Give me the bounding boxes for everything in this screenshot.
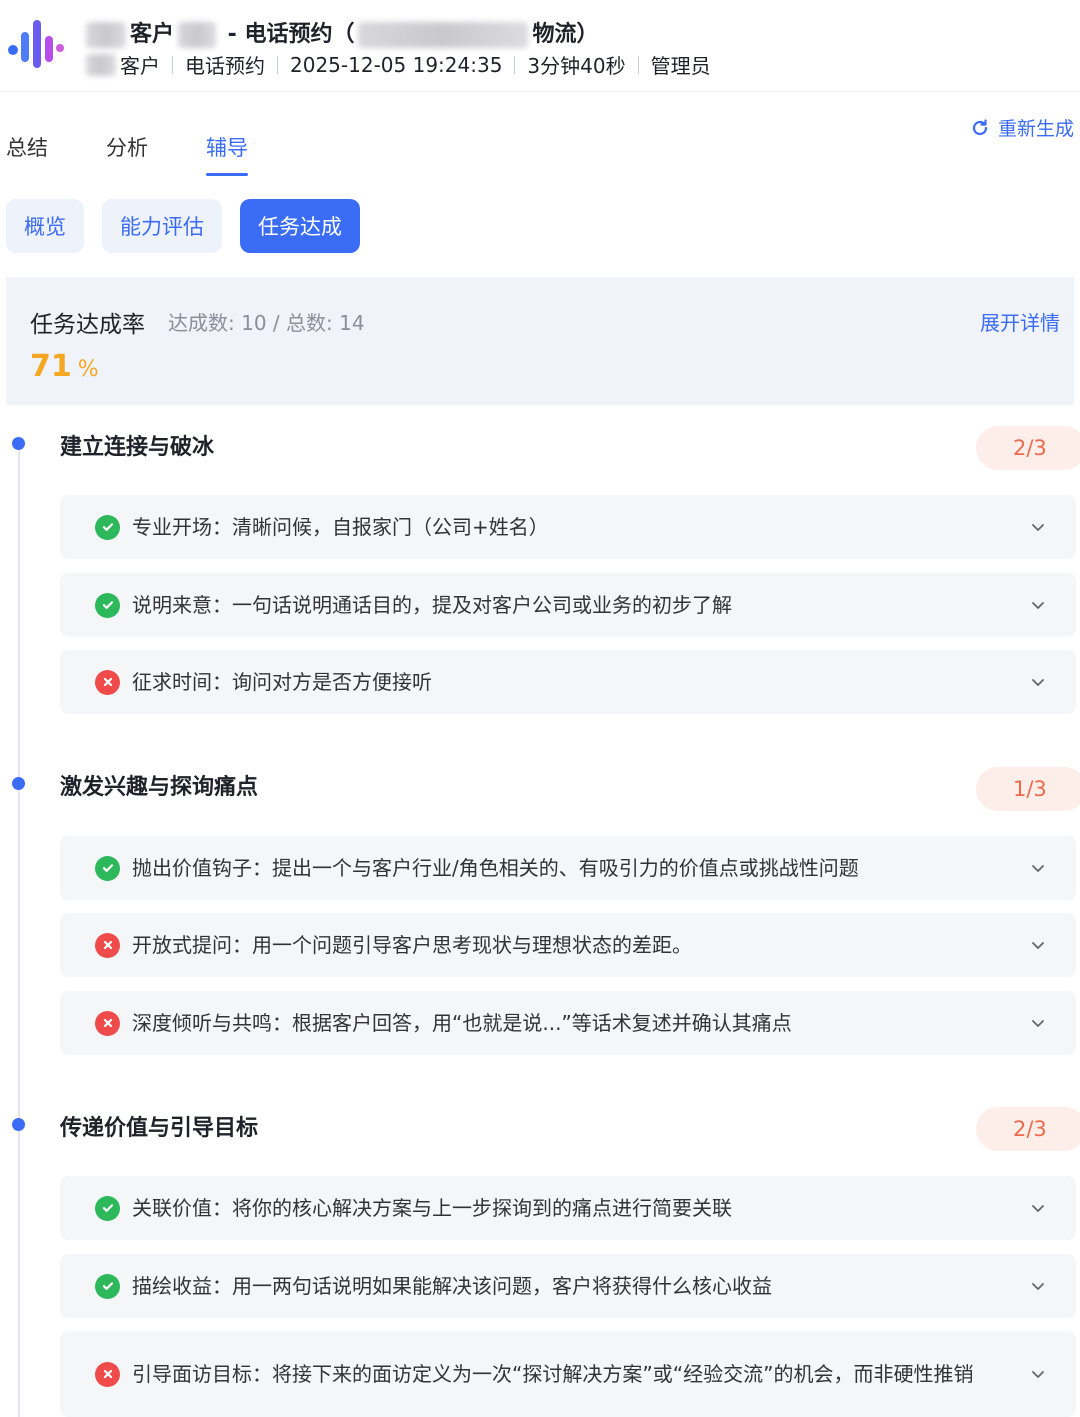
- check-icon: [95, 592, 120, 618]
- divider: [514, 55, 516, 74]
- meta-type: 电话预约: [185, 54, 265, 78]
- task-item[interactable]: 抛出价值钩子：提出一个与客户行业/角色相关的、有吸引力的价值点或挑战性问题: [60, 836, 1076, 900]
- section-score-badge: 2/3: [976, 426, 1080, 470]
- subtab-ability[interactable]: 能力评估: [102, 199, 222, 253]
- check-icon: [95, 514, 120, 540]
- meta-customer: 客户: [120, 54, 160, 78]
- task-item[interactable]: 引导面访目标：将接下来的面访定义为一次“探讨解决方案”或“经验交流”的机会，而非…: [60, 1331, 1076, 1417]
- refresh-icon: [972, 118, 988, 135]
- check-icon: [95, 1273, 120, 1299]
- task-item[interactable]: 开放式提问：用一个问题引导客户思考现状与理想状态的差距。: [60, 913, 1076, 977]
- divider: [637, 55, 639, 74]
- redacted-block: [86, 22, 126, 48]
- section-title: 建立连接与破冰: [60, 435, 215, 460]
- title-suffix: 物流）: [532, 22, 599, 47]
- title-prefix: 客户: [130, 22, 175, 47]
- cross-icon: [95, 1361, 120, 1387]
- task-text: 专业开场：清晰问候，自报家门（公司+姓名）: [132, 515, 549, 539]
- achievement-rate: 71%: [30, 349, 99, 384]
- regenerate-label: 重新生成: [998, 118, 1075, 140]
- page-title: 客户 - 电话预约（ 物流）: [82, 16, 598, 48]
- task-summary-card: 任务达成率 达成数: 10 / 总数: 14 71% 展开详情: [6, 277, 1074, 405]
- task-text: 关联价值：将你的核心解决方案与上一步探询到的痛点进行简要关联: [132, 1196, 732, 1220]
- divider: [277, 55, 278, 74]
- subtab-task[interactable]: 任务达成: [240, 199, 360, 253]
- task-text: 深度倾听与共鸣：根据客户回答，用“也就是说...”等话术复述并确认其痛点: [132, 1011, 792, 1035]
- header: 客户 - 电话预约（ 物流） 客户 电话预约 2025-12-05 19:24:3…: [0, 0, 1080, 92]
- title-middle: - 电话预约（: [220, 22, 355, 47]
- task-text: 引导面访目标：将接下来的面访定义为一次“探讨解决方案”或“经验交流”的机会，而非…: [132, 1362, 974, 1386]
- summary-label: 任务达成率: [30, 312, 145, 338]
- task-text: 说明来意：一句话说明通话目的，提及对客户公司或业务的初步了解: [132, 593, 732, 617]
- tab-summary[interactable]: 总结: [6, 132, 48, 162]
- task-item[interactable]: 说明来意：一句话说明通话目的，提及对客户公司或业务的初步了解: [60, 573, 1076, 637]
- tab-analysis[interactable]: 分析: [106, 132, 148, 162]
- expand-details-link[interactable]: 展开详情: [980, 307, 1060, 336]
- task-text: 描绘收益：用一两句话说明如果能解决该问题，客户将获得什么核心收益: [132, 1274, 772, 1298]
- tab-coaching[interactable]: 辅导: [206, 132, 248, 176]
- timeline-dot: [12, 437, 25, 450]
- task-item[interactable]: 关联价值：将你的核心解决方案与上一步探询到的痛点进行简要关联: [60, 1176, 1076, 1240]
- chevron-down-icon: [1032, 1020, 1044, 1027]
- rate-value: 71: [30, 349, 72, 384]
- meta-duration: 3分钟40秒: [527, 54, 626, 78]
- task-item[interactable]: 征求时间：询问对方是否方便接听: [60, 650, 1076, 714]
- task-text: 抛出价值钩子：提出一个与客户行业/角色相关的、有吸引力的价值点或挑战性问题: [132, 856, 859, 880]
- task-item[interactable]: 深度倾听与共鸣：根据客户回答，用“也就是说...”等话术复述并确认其痛点: [60, 991, 1076, 1055]
- chevron-down-icon: [1032, 524, 1044, 531]
- task-text: 征求时间：询问对方是否方便接听: [132, 670, 432, 694]
- chevron-down-icon: [1032, 1371, 1044, 1378]
- chevron-down-icon: [1032, 1283, 1044, 1290]
- chevron-down-icon: [1032, 679, 1044, 686]
- task-item[interactable]: 专业开场：清晰问候，自报家门（公司+姓名）: [60, 495, 1076, 559]
- summary-counts: 达成数: 10 / 总数: 14: [168, 311, 365, 335]
- section-score-badge: 2/3: [976, 1107, 1080, 1151]
- divider: [172, 55, 173, 74]
- subtab-overview[interactable]: 概览: [6, 199, 84, 253]
- meta-role: 管理员: [650, 54, 711, 78]
- timeline-dot: [12, 1118, 25, 1131]
- chevron-down-icon: [1032, 942, 1044, 949]
- chevron-down-icon: [1032, 1205, 1044, 1212]
- timeline-line: [18, 442, 20, 1417]
- chevron-down-icon: [1032, 602, 1044, 609]
- check-icon: [95, 855, 120, 881]
- regenerate-button[interactable]: 重新生成: [970, 114, 1074, 141]
- cross-icon: [95, 932, 120, 958]
- redacted-block: [178, 22, 217, 48]
- timeline-dot: [12, 777, 25, 790]
- meta-datetime: 2025-12-05 19:24:35: [290, 52, 503, 77]
- section-title: 激发兴趣与探询痛点: [60, 775, 259, 800]
- rate-unit: %: [77, 357, 99, 382]
- cross-icon: [95, 669, 120, 695]
- section-score-badge: 1/3: [976, 767, 1080, 811]
- app-logo-icon: [8, 20, 64, 68]
- call-meta: 客户 电话预约 2025-12-05 19:24:35 3分钟40秒 管理员: [82, 50, 711, 79]
- main-tabs: 总结 分析 辅导: [6, 132, 306, 176]
- check-icon: [95, 1195, 120, 1221]
- redacted-block: [86, 53, 116, 76]
- sub-tabs: 概览 能力评估 任务达成: [6, 199, 378, 253]
- task-item[interactable]: 描绘收益：用一两句话说明如果能解决该问题，客户将获得什么核心收益: [60, 1254, 1076, 1318]
- section-title: 传递价值与引导目标: [60, 1116, 259, 1141]
- redacted-block: [358, 22, 529, 48]
- chevron-down-icon: [1032, 865, 1044, 872]
- cross-icon: [95, 1010, 120, 1036]
- task-text: 开放式提问：用一个问题引导客户思考现状与理想状态的差距。: [132, 933, 692, 957]
